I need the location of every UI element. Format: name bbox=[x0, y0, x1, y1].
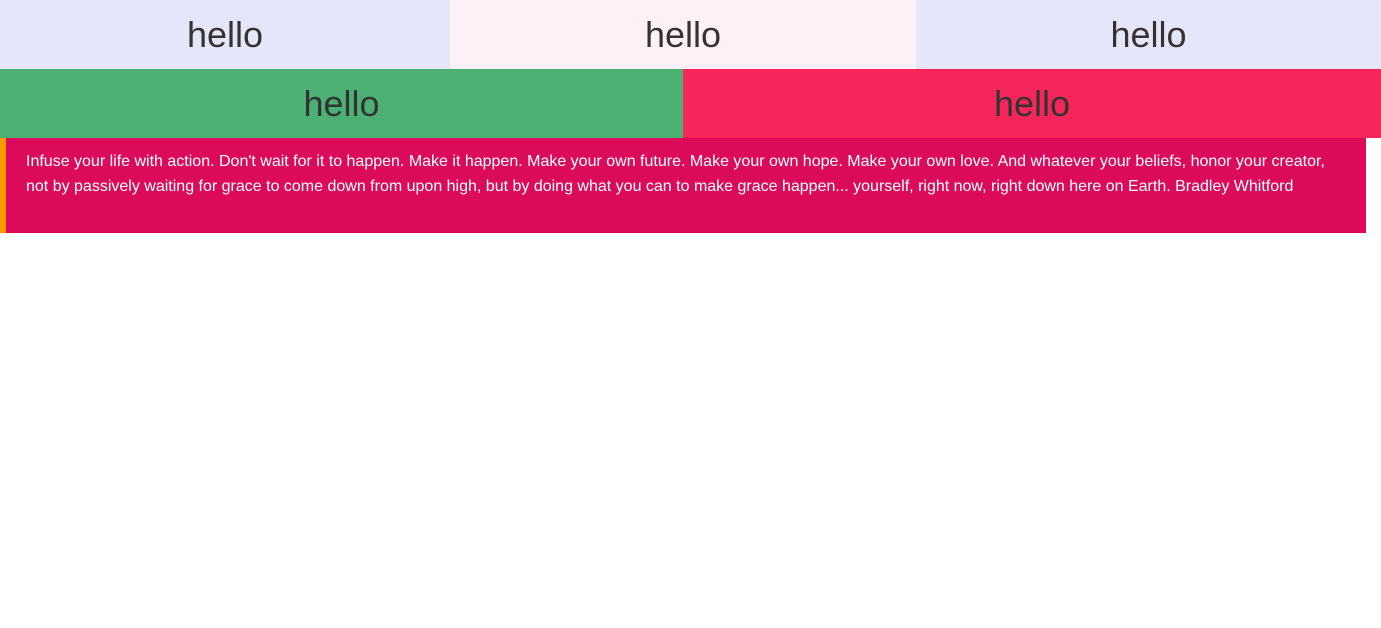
top-cell-2: hello bbox=[450, 0, 916, 69]
quote-block: Infuse your life with action. Don't wait… bbox=[0, 138, 1366, 233]
quote-text: Infuse your life with action. Don't wait… bbox=[26, 153, 1325, 195]
top-cell-3: hello bbox=[916, 0, 1381, 69]
top-cell-1: hello bbox=[0, 0, 450, 69]
top-row: hello hello hello bbox=[0, 0, 1381, 69]
middle-row: hello hello bbox=[0, 69, 1381, 138]
middle-cell-red: hello bbox=[683, 69, 1381, 138]
middle-cell-green: hello bbox=[0, 69, 683, 138]
